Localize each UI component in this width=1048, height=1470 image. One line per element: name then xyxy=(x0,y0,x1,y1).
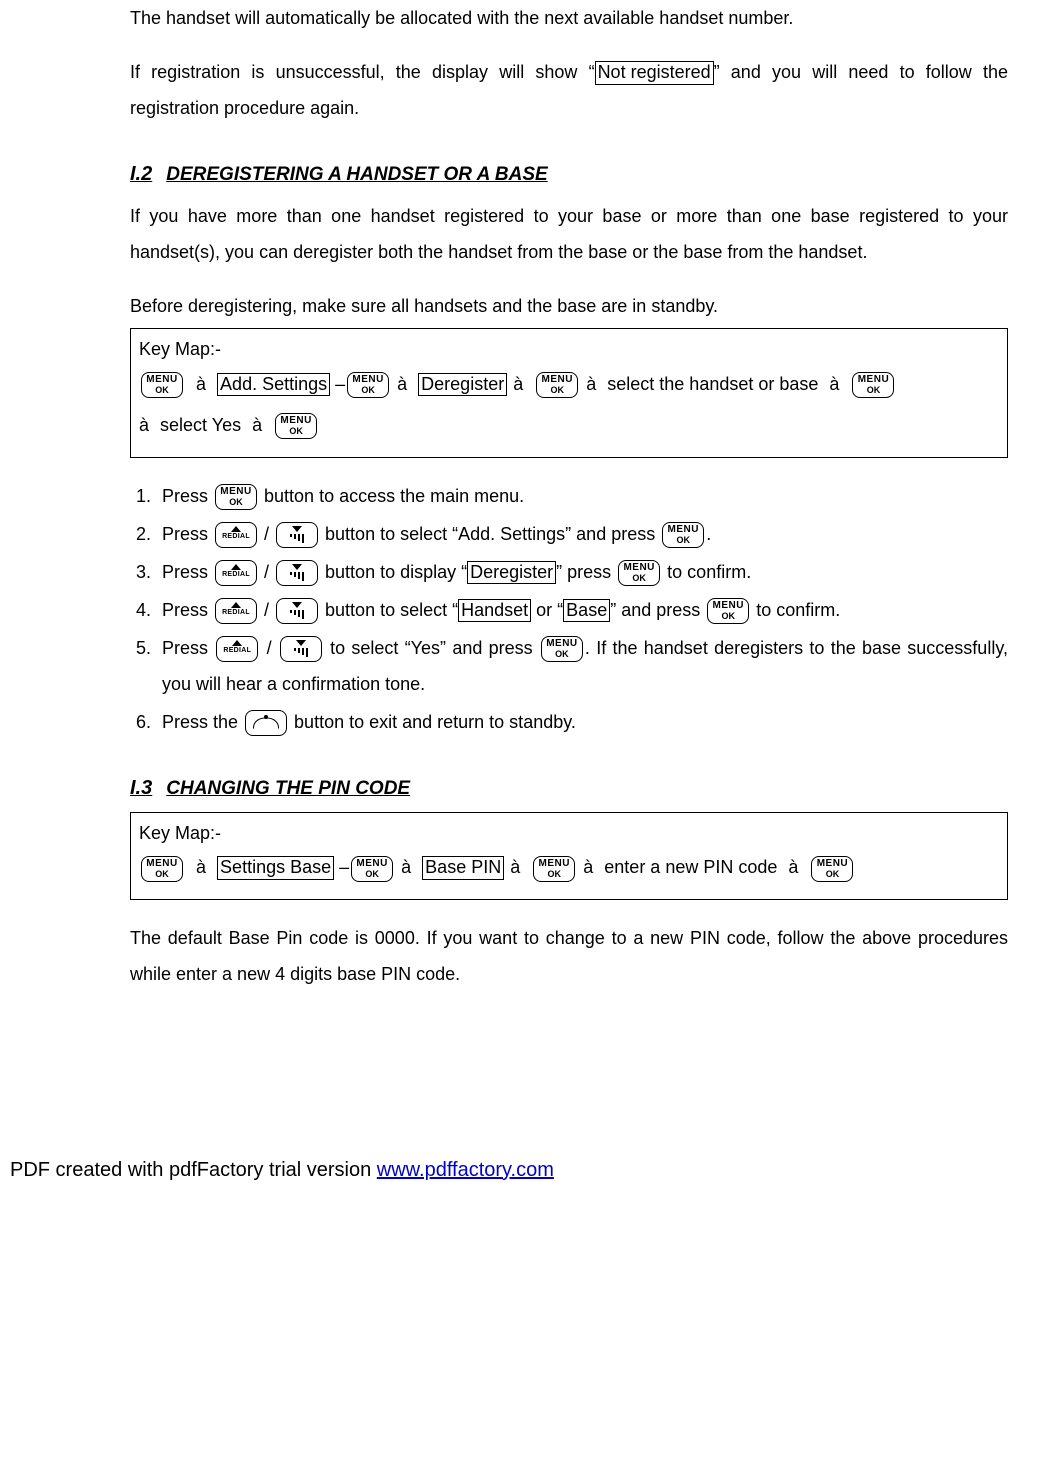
intro-p2: If registration is unsuccessful, the dis… xyxy=(130,54,1008,126)
text: select Yes xyxy=(160,415,241,435)
text: enter a new PIN code xyxy=(604,857,777,877)
step-2: Press REDIAL / button to select “Add. Se… xyxy=(156,516,1008,552)
keymap-title: Key Map:- xyxy=(139,335,999,364)
keymap-box-2: Key Map:- MENUOK à Settings Base –MENUOK… xyxy=(130,812,1008,900)
boxed-deregister: Deregister xyxy=(418,373,507,397)
keymap-sequence: MENUOK à Settings Base –MENUOKà Base PIN… xyxy=(139,847,999,888)
steps-list-i2: Press MENUOK button to access the main m… xyxy=(130,478,1008,740)
boxed-add-settings: Add. Settings xyxy=(217,373,330,397)
boxed-deregister: Deregister xyxy=(467,561,556,585)
boxed-handset: Handset xyxy=(458,599,531,623)
arrow-icon: à xyxy=(583,857,593,877)
step-6: Press the button to exit and return to s… xyxy=(156,704,1008,740)
section-num: I.3 xyxy=(130,777,152,799)
menu-ok-button-icon: MENUOK xyxy=(351,856,393,882)
arrow-icon: à xyxy=(510,857,520,877)
menu-ok-button-icon: MENUOK xyxy=(662,522,704,548)
menu-ok-button-icon: MENUOK xyxy=(141,856,183,882)
arrow-icon: à xyxy=(139,415,149,435)
step-3: Press REDIAL / button to display “Deregi… xyxy=(156,554,1008,590)
arrow-icon: à xyxy=(196,857,206,877)
menu-ok-button-icon: MENUOK xyxy=(536,372,578,398)
menu-ok-button-icon: MENUOK xyxy=(618,560,660,586)
section-title: DEREGISTERING A HANDSET OR A BASE xyxy=(166,164,547,185)
arrow-icon: à xyxy=(788,857,798,877)
arrow-icon: à xyxy=(397,374,407,394)
up-redial-button-icon: REDIAL xyxy=(215,560,257,586)
section-num: I.2 xyxy=(130,163,152,185)
step-1: Press MENUOK button to access the main m… xyxy=(156,478,1008,514)
down-button-icon xyxy=(276,560,318,586)
intro-p1: The handset will automatically be alloca… xyxy=(130,0,1008,36)
arrow-icon: à xyxy=(586,374,596,394)
menu-ok-button-icon: MENUOK xyxy=(541,636,583,662)
boxed-base-pin: Base PIN xyxy=(422,856,504,880)
footer-text: PDF created with pdfFactory trial versio… xyxy=(10,1159,377,1181)
menu-ok-button-icon: MENUOK xyxy=(141,372,183,398)
arrow-icon: à xyxy=(513,374,523,394)
step-4: Press REDIAL / button to select “Handset… xyxy=(156,592,1008,628)
step-5: Press REDIAL / to select “Yes” and press… xyxy=(156,630,1008,702)
i2-p1: If you have more than one handset regist… xyxy=(130,198,1008,270)
i3-p1: The default Base Pin code is 0000. If yo… xyxy=(130,920,1008,992)
arrow-icon: à xyxy=(829,374,839,394)
boxed-base: Base xyxy=(563,599,610,623)
menu-ok-button-icon: MENUOK xyxy=(347,372,389,398)
up-redial-button-icon: REDIAL xyxy=(215,598,257,624)
arrow-icon: à xyxy=(252,415,262,435)
keymap-sequence: MENUOK à Add. Settings –MENUOKà Deregist… xyxy=(139,364,999,447)
arrow-icon: à xyxy=(401,857,411,877)
boxed-settings-base: Settings Base xyxy=(217,856,334,880)
text: select the handset or base xyxy=(607,374,818,394)
keymap-title: Key Map:- xyxy=(139,819,999,848)
i2-p2: Before deregistering, make sure all hand… xyxy=(130,288,1008,324)
up-redial-button-icon: REDIAL xyxy=(215,522,257,548)
pdffactory-link[interactable]: www.pdffactory.com xyxy=(377,1159,554,1181)
down-button-icon xyxy=(280,636,322,662)
menu-ok-button-icon: MENUOK xyxy=(215,484,257,510)
menu-ok-button-icon: MENUOK xyxy=(811,856,853,882)
section-i3-heading: I.3 CHANGING THE PIN CODE xyxy=(130,768,1008,808)
pdf-footer: PDF created with pdfFactory trial versio… xyxy=(0,1010,1008,1190)
menu-ok-button-icon: MENUOK xyxy=(852,372,894,398)
menu-ok-button-icon: MENUOK xyxy=(707,598,749,624)
section-title: CHANGING THE PIN CODE xyxy=(166,778,410,799)
keymap-box-1: Key Map:- MENUOK à Add. Settings –MENUOK… xyxy=(130,328,1008,458)
down-button-icon xyxy=(276,522,318,548)
menu-ok-button-icon: MENUOK xyxy=(275,413,317,439)
menu-ok-button-icon: MENUOK xyxy=(533,856,575,882)
boxed-not-registered: Not registered xyxy=(595,61,714,85)
power-phone-button-icon xyxy=(245,710,287,736)
text: If registration is unsuccessful, the dis… xyxy=(130,62,595,82)
down-button-icon xyxy=(276,598,318,624)
section-i2-heading: I.2 DEREGISTERING A HANDSET OR A BASE xyxy=(130,154,1008,194)
up-redial-button-icon: REDIAL xyxy=(216,636,258,662)
arrow-icon: à xyxy=(196,374,206,394)
